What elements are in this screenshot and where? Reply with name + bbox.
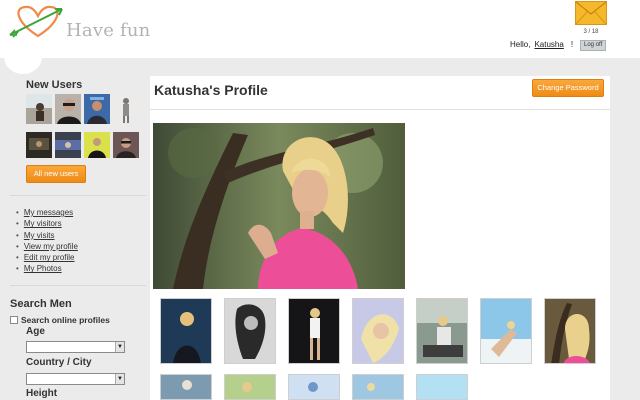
my-photos-link[interactable]: My Photos: [24, 264, 62, 273]
gallery-photo-thumb[interactable]: [160, 298, 212, 364]
search-online-label: Search online profiles: [21, 315, 110, 325]
main-profile-photo[interactable]: [153, 123, 405, 289]
height-label: Height: [26, 388, 58, 399]
gallery-photo-thumb[interactable]: [288, 374, 340, 400]
new-user-thumb[interactable]: [84, 94, 110, 124]
new-user-thumb[interactable]: [84, 132, 110, 158]
sidebar-divider: [10, 195, 146, 196]
new-user-thumb[interactable]: [26, 94, 52, 124]
greeting-text: Hello,: [510, 40, 531, 49]
country-city-select[interactable]: ▼: [26, 373, 125, 385]
header: Have fun 3 / 18 Hello, Katusha! Log off: [0, 0, 640, 58]
search-online-checkbox[interactable]: [10, 316, 18, 324]
menu-item-my-visitors: My visitors: [16, 218, 78, 229]
search-online-row: Search online profiles: [10, 315, 110, 325]
new-user-thumb[interactable]: [113, 94, 139, 124]
chevron-down-icon[interactable]: ▼: [115, 374, 124, 384]
gallery-photo-thumb[interactable]: [224, 298, 276, 364]
heart-arrow-logo-icon[interactable]: [6, 2, 66, 40]
greeting-exclaim: !: [570, 40, 574, 49]
gallery-photo-thumb[interactable]: [224, 374, 276, 400]
greeting: Hello, Katusha!: [510, 40, 573, 49]
menu-item-my-photos: My Photos: [16, 263, 78, 274]
gallery-photo-thumb[interactable]: [352, 298, 404, 364]
gallery-photo-thumb[interactable]: [288, 298, 340, 364]
gallery-photo-thumb[interactable]: [480, 298, 532, 364]
all-new-users-button[interactable]: All new users: [26, 165, 86, 183]
gallery-photo-thumb[interactable]: [416, 374, 468, 400]
my-visits-link[interactable]: My visits: [24, 231, 55, 240]
age-select[interactable]: ▼: [26, 341, 125, 353]
new-user-thumb[interactable]: [26, 132, 52, 158]
change-password-button[interactable]: Change Password: [532, 79, 604, 97]
country-city-label: Country / City: [26, 357, 92, 368]
envelope-icon[interactable]: [575, 1, 607, 25]
menu-item-view-profile: View my profile: [16, 241, 78, 252]
profile-divider: [150, 109, 610, 110]
age-label: Age: [26, 326, 45, 337]
gallery-photo-thumb[interactable]: [544, 298, 596, 364]
new-user-thumb[interactable]: [55, 94, 81, 124]
edit-my-profile-link[interactable]: Edit my profile: [24, 253, 75, 262]
site-logo-text[interactable]: Have fun: [66, 20, 150, 41]
gallery-photo-thumb[interactable]: [160, 374, 212, 400]
my-visitors-link[interactable]: My visitors: [24, 219, 62, 228]
my-messages-link[interactable]: My messages: [24, 208, 73, 217]
gallery-photo-thumb[interactable]: [416, 298, 468, 364]
profile-panel: Katusha's Profile Change Password: [150, 76, 610, 400]
logo-circle-decoration: [4, 40, 42, 74]
menu-item-my-messages: My messages: [16, 207, 78, 218]
logoff-button[interactable]: Log off: [580, 40, 607, 51]
sidebar-divider: [10, 285, 146, 286]
search-men-title: Search Men: [10, 298, 72, 310]
new-user-thumb[interactable]: [55, 132, 81, 158]
menu-item-edit-profile: Edit my profile: [16, 252, 78, 263]
gallery-photo-thumb[interactable]: [352, 374, 404, 400]
new-user-thumb[interactable]: [113, 132, 139, 158]
username-link[interactable]: Katusha: [534, 40, 563, 49]
view-my-profile-link[interactable]: View my profile: [24, 242, 78, 251]
new-users-title: New Users: [26, 79, 83, 91]
account-menu: My messages My visitors My visits View m…: [16, 207, 78, 275]
message-count: 3 / 18: [583, 29, 599, 35]
chevron-down-icon[interactable]: ▼: [115, 342, 124, 352]
menu-item-my-visits: My visits: [16, 230, 78, 241]
profile-title: Katusha's Profile: [154, 82, 268, 98]
